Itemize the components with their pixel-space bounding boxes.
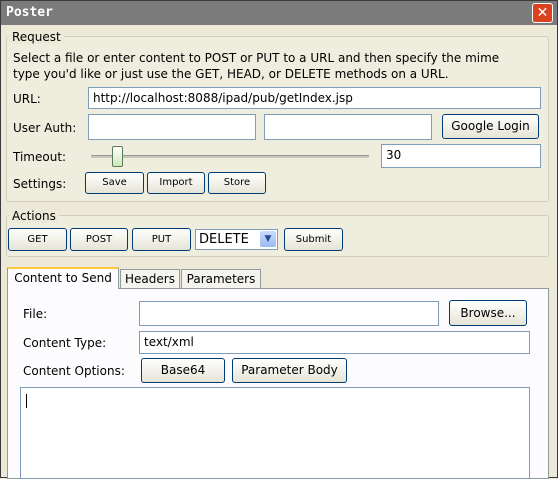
password-input[interactable] — [264, 114, 432, 140]
post-button[interactable]: POST — [70, 228, 128, 251]
chevron-down-icon[interactable]: ▼ — [260, 231, 276, 247]
file-label: File: — [23, 307, 48, 321]
import-button[interactable]: Import — [147, 172, 205, 194]
timeout-slider-thumb[interactable] — [112, 146, 123, 167]
method-select-value: DELETE — [199, 232, 249, 247]
store-button[interactable]: Store — [208, 172, 266, 194]
browse-button[interactable]: Browse... — [449, 300, 527, 326]
parameter-body-button[interactable]: Parameter Body — [232, 358, 347, 383]
tab-content-to-send[interactable]: Content to Send — [7, 267, 119, 289]
close-icon: ✕ — [536, 5, 549, 21]
timeout-input[interactable]: 30 — [381, 144, 541, 168]
google-login-button[interactable]: Google Login — [442, 114, 539, 139]
url-label: URL: — [13, 92, 41, 106]
title-bar: Poster ✕ — [1, 1, 557, 25]
file-input[interactable] — [139, 301, 439, 326]
method-select[interactable]: DELETE ▼ — [195, 229, 278, 250]
tab-parameters[interactable]: Parameters — [181, 269, 261, 288]
actions-legend: Actions — [9, 209, 59, 223]
settings-label: Settings: — [13, 177, 67, 191]
content-body-textarea[interactable] — [20, 387, 530, 479]
put-button[interactable]: PUT — [132, 228, 191, 251]
request-description-line2: type you'd like or just use the GET, HEA… — [13, 67, 449, 81]
text-caret — [26, 394, 27, 408]
timeout-slider-track[interactable] — [91, 155, 369, 158]
save-button[interactable]: Save — [85, 172, 144, 194]
tab-headers[interactable]: Headers — [120, 269, 180, 288]
poster-window: Poster ✕ Request Select a file or enter … — [0, 0, 558, 479]
close-button[interactable]: ✕ — [532, 3, 553, 23]
user-auth-label: User Auth: — [13, 121, 77, 135]
url-input[interactable]: http://localhost:8088/ipad/pub/getIndex.… — [88, 87, 541, 109]
username-input[interactable] — [88, 114, 256, 140]
get-button[interactable]: GET — [8, 228, 67, 251]
window-title: Poster — [6, 5, 53, 20]
base64-button[interactable]: Base64 — [141, 358, 225, 383]
timeout-label: Timeout: — [13, 150, 67, 164]
content-type-label: Content Type: — [23, 336, 107, 350]
request-legend: Request — [9, 30, 64, 44]
request-description-line1: Select a file or enter content to POST o… — [13, 51, 500, 65]
content-type-input[interactable]: text/xml — [139, 331, 530, 354]
content-options-label: Content Options: — [23, 364, 125, 378]
submit-button[interactable]: Submit — [284, 228, 343, 251]
